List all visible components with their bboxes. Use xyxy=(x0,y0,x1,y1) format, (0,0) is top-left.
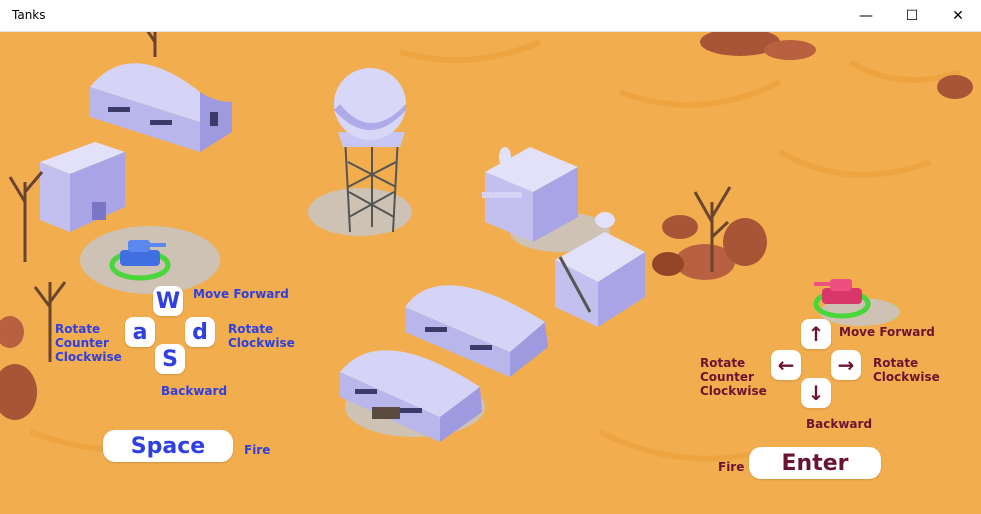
key-enter: Enter xyxy=(749,447,881,479)
key-w: W xyxy=(153,286,183,316)
maximize-button[interactable]: ☐ xyxy=(889,0,935,31)
key-up-arrow: ↑ xyxy=(801,319,831,349)
p1-rotate-cw-label: Rotate Clockwise xyxy=(228,322,295,350)
p2-fire-label: Fire xyxy=(718,460,745,474)
close-icon: ✕ xyxy=(952,7,964,24)
p1-rotate-ccw-label: Rotate Counter Clockwise xyxy=(55,322,122,364)
p1-forward-label: Move Forward xyxy=(193,287,289,301)
p1-fire-label: Fire xyxy=(244,443,271,457)
key-d: d xyxy=(185,317,215,347)
p1-backward-label: Backward xyxy=(161,384,228,398)
p2-rotate-cw-label: Rotate Clockwise xyxy=(873,356,940,384)
minimize-button[interactable]: — xyxy=(843,0,889,31)
p2-forward-label: Move Forward xyxy=(839,325,935,339)
title-bar: Tanks — ☐ ✕ xyxy=(0,0,981,32)
minimize-icon: — xyxy=(859,7,873,24)
key-down-arrow: ↓ xyxy=(801,378,831,408)
maximize-icon: ☐ xyxy=(905,7,919,24)
game-viewport[interactable]: W a d S Space Move Forward Rotate Counte… xyxy=(0,32,981,514)
key-a: a xyxy=(125,317,155,347)
p2-rotate-ccw-label: Rotate Counter Clockwise xyxy=(700,356,767,398)
window-title: Tanks xyxy=(12,8,46,22)
close-button[interactable]: ✕ xyxy=(935,0,981,31)
key-space: Space xyxy=(103,430,233,462)
key-s: S xyxy=(155,344,185,374)
key-right-arrow: → xyxy=(831,350,861,380)
p2-backward-label: Backward xyxy=(806,417,873,431)
key-left-arrow: ← xyxy=(771,350,801,380)
